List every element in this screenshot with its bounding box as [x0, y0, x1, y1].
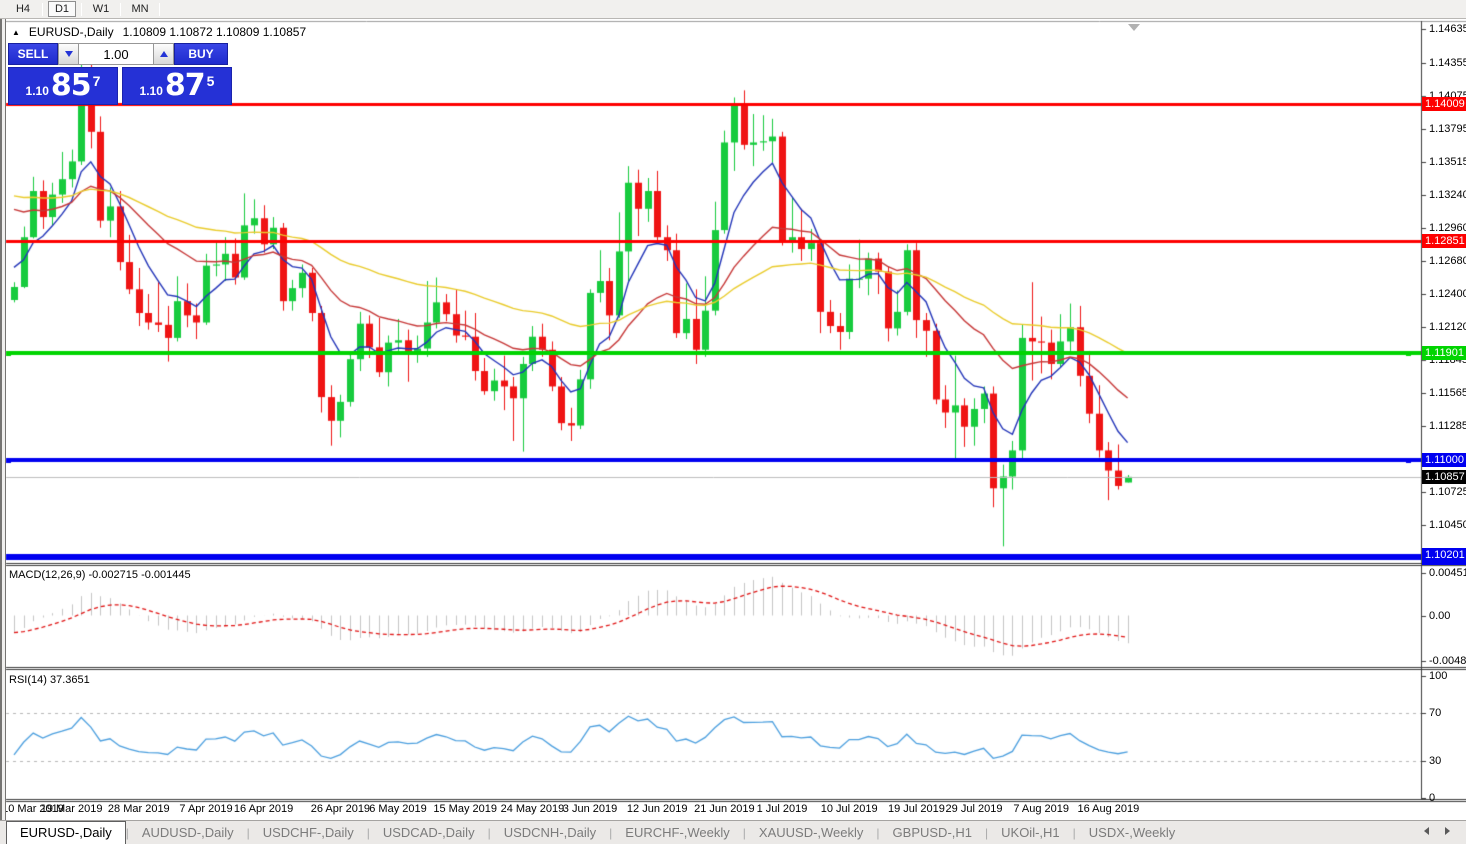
time-axis-label: 21 Jun 2019 — [694, 803, 755, 815]
collapse-arrow-icon[interactable]: ▲ — [12, 28, 20, 37]
tab-usdcad-daily[interactable]: USDCAD-,Daily — [370, 822, 488, 844]
ask-big-digits: 87 — [164, 68, 206, 103]
volume-increase-button[interactable] — [153, 43, 174, 65]
tab-usdchf-daily[interactable]: USDCHF-,Daily — [250, 822, 367, 844]
price-tick: 1.12960 — [1429, 221, 1466, 234]
price-tick: 1.14355 — [1429, 56, 1466, 69]
price-tick: 1.12680 — [1429, 254, 1466, 267]
volume-decrease-button[interactable] — [58, 43, 79, 65]
price-chart-canvas[interactable] — [0, 19, 1466, 844]
price-tick: 1.13795 — [1429, 122, 1466, 135]
chart-symbol-label: EURUSD-,Daily — [28, 25, 114, 39]
time-axis-label: 12 Jun 2019 — [626, 803, 688, 815]
price-tick: 1.14635 — [1429, 23, 1466, 36]
time-axis-label: 6 May 2019 — [369, 803, 427, 815]
bid-pip-digit: 7 — [92, 73, 101, 89]
time-axis-label: 15 May 2019 — [433, 803, 497, 815]
tab-ukoil-h1[interactable]: UKOil-,H1 — [988, 822, 1073, 844]
bid-big-digits: 85 — [50, 68, 92, 103]
time-axis-label: 7 Apr 2019 — [179, 803, 233, 815]
price-line-label: 1.10857 — [1422, 469, 1466, 484]
tab-scroll-left-icon[interactable] — [1424, 827, 1429, 835]
time-axis-label: 19 Mar 2019 — [40, 803, 103, 815]
time-axis-label: 19 Jul 2019 — [887, 803, 945, 815]
time-axis-label: 3 Jun 2019 — [562, 803, 618, 815]
sell-button[interactable]: SELL — [8, 43, 58, 65]
time-axis-label: 26 Apr 2019 — [310, 803, 371, 815]
time-axis-label: 7 Aug 2019 — [1013, 803, 1070, 815]
time-axis-label: 28 Mar 2019 — [107, 803, 170, 815]
chart-title: ▲ EURUSD-,Daily 1.10809 1.10872 1.10809 … — [12, 25, 306, 39]
price-line-label: 1.14009 — [1422, 96, 1466, 111]
time-axis-label: 16 Apr 2019 — [233, 803, 294, 815]
ask-prefix: 1.10 — [139, 84, 163, 98]
timeframe-button-d1[interactable]: D1 — [48, 1, 76, 17]
macd-axis-tick: 0.00 — [1429, 609, 1451, 622]
rsi-axis-tick: 30 — [1429, 755, 1442, 768]
tab-usdx-weekly[interactable]: USDX-,Weekly — [1076, 822, 1188, 844]
tab-eurusd-daily[interactable]: EURUSD-,Daily — [6, 820, 126, 844]
rsi-axis-tick: 100 — [1429, 669, 1448, 682]
timeframe-button-mn[interactable]: MN — [126, 1, 154, 17]
macd-axis-tick: 0.004517 — [1429, 566, 1466, 579]
price-line-label: 1.12851 — [1422, 233, 1466, 248]
time-axis-label: 1 Jul 2019 — [756, 803, 808, 815]
ask-price-button[interactable]: 1.10 87 5 — [122, 67, 232, 105]
ask-pip-digit: 5 — [206, 73, 215, 89]
tab-eurchf-weekly[interactable]: EURCHF-,Weekly — [612, 822, 743, 844]
macd-axis-tick: -0.004806 — [1429, 654, 1466, 667]
rsi-axis-tick: 70 — [1429, 706, 1442, 719]
timeframe-toolbar: H4 D1 W1 MN — [0, 0, 1466, 19]
tab-usdcnh-daily[interactable]: USDCNH-,Daily — [491, 822, 609, 844]
chart-ohlc-label: 1.10809 1.10872 1.10809 1.10857 — [122, 25, 307, 39]
rsi-axis-tick: 0 — [1429, 792, 1436, 805]
time-axis-label: 10 Jul 2019 — [820, 803, 878, 815]
price-tick: 1.12400 — [1429, 288, 1466, 301]
bid-prefix: 1.10 — [25, 84, 49, 98]
toolbar-separator — [120, 2, 121, 16]
toolbar-separator — [81, 2, 82, 16]
time-axis-label: 16 Aug 2019 — [1077, 803, 1140, 815]
chart-shift-marker-icon[interactable] — [1128, 24, 1140, 31]
timeframe-button-w1[interactable]: W1 — [87, 1, 115, 17]
buy-button[interactable]: BUY — [174, 43, 228, 65]
one-click-trade-panel: SELL BUY 1.10 85 7 1.10 87 5 — [8, 43, 232, 105]
triangle-up-icon — [159, 51, 168, 57]
bid-price-button[interactable]: 1.10 85 7 — [8, 67, 118, 105]
macd-indicator-label: MACD(12,26,9) -0.002715 -0.001445 — [9, 569, 191, 581]
symbol-tab-bar: EURUSD-,Daily | AUDUSD-,Daily | USDCHF-,Dail… — [0, 820, 1466, 844]
price-tick: 1.10725 — [1429, 486, 1466, 499]
rsi-indicator-label: RSI(14) 37.3651 — [9, 674, 90, 686]
timeframe-button-h4[interactable]: H4 — [9, 1, 37, 17]
time-axis-label: 24 May 2019 — [500, 803, 565, 815]
price-tick: 1.11285 — [1429, 420, 1466, 433]
price-tick: 1.12120 — [1429, 321, 1466, 334]
tab-audusd-daily[interactable]: AUDUSD-,Daily — [129, 822, 247, 844]
price-tick: 1.13515 — [1429, 156, 1466, 168]
tab-scroll-right-icon[interactable] — [1445, 827, 1450, 835]
price-tick: 1.11565 — [1429, 386, 1466, 399]
price-line-label: 1.11901 — [1422, 346, 1466, 361]
tab-gbpusd-h1[interactable]: GBPUSD-,H1 — [880, 822, 985, 844]
price-line-label: 1.10201 — [1422, 547, 1466, 562]
triangle-down-icon — [64, 51, 73, 57]
toolbar-separator — [42, 2, 43, 16]
price-tick: 1.10450 — [1429, 519, 1466, 532]
window-left-frame — [0, 19, 6, 820]
toolbar-separator — [159, 2, 160, 16]
price-line-label: 1.11000 — [1422, 452, 1466, 467]
volume-input[interactable] — [79, 43, 153, 65]
tab-xauusd-weekly[interactable]: XAUUSD-,Weekly — [746, 822, 877, 844]
tab-scroll-controls — [1424, 827, 1450, 835]
time-axis-label: 29 Jul 2019 — [945, 803, 1003, 815]
price-tick: 1.13240 — [1429, 188, 1466, 201]
